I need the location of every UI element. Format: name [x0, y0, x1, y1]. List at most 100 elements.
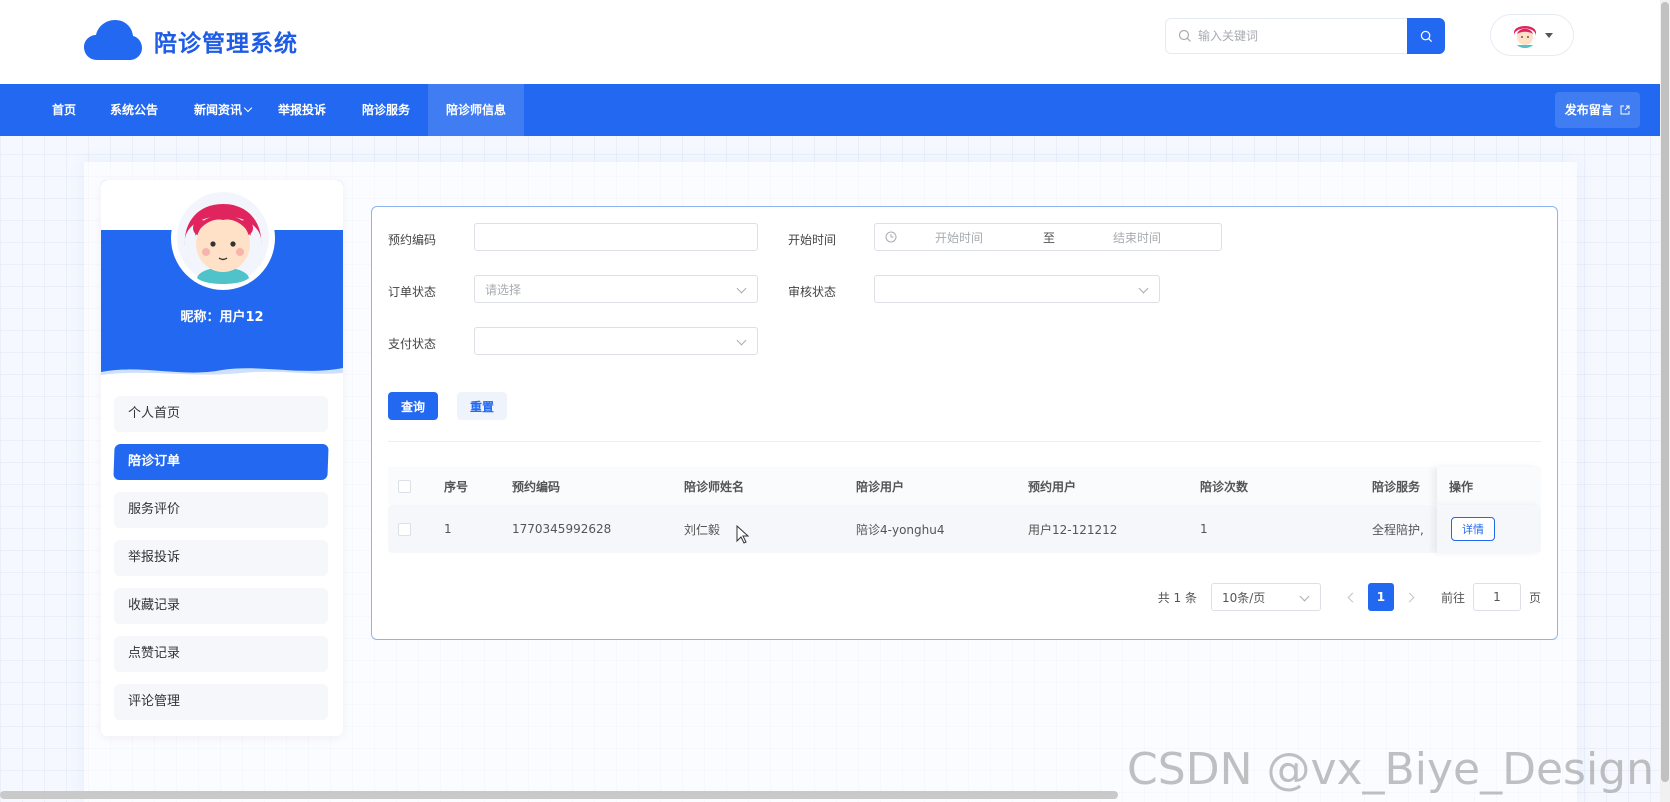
- checkbox: [398, 522, 411, 536]
- nav-item-report[interactable]: 举报投诉: [278, 84, 326, 136]
- end-time-placeholder: 结束时间: [1113, 230, 1162, 245]
- header: 陪诊管理系统: [0, 0, 1670, 84]
- cell-service: 全程陪护,: [1372, 522, 1424, 537]
- order-status-label: 订单状态: [388, 285, 437, 299]
- cell-escort-user: 陪诊4-yonghu4: [856, 522, 945, 537]
- chevron-down-icon: [736, 335, 747, 346]
- next-page-icon[interactable]: [1404, 592, 1415, 602]
- query-button[interactable]: 查询: [388, 392, 438, 420]
- wave-decoration: [101, 368, 343, 378]
- review-status-label: 审核状态: [788, 285, 837, 299]
- header-action: 操作: [1449, 479, 1474, 494]
- header-code: 预约编码: [512, 479, 561, 494]
- publish-label: 发布留言: [1564, 103, 1613, 117]
- prev-page-icon[interactable]: [1347, 592, 1358, 602]
- divider: [388, 441, 1541, 442]
- search-button[interactable]: [1407, 18, 1445, 54]
- order-status-placeholder: 请选择: [485, 282, 522, 297]
- vertical-scrollbar[interactable]: [1660, 0, 1670, 802]
- select-all-checkbox[interactable]: [398, 467, 411, 505]
- search-input[interactable]: [1198, 29, 1398, 43]
- avatar: [1512, 22, 1538, 48]
- chevron-down-icon: [1299, 591, 1310, 602]
- chevron-down-icon: [736, 283, 747, 294]
- table-row[interactable]: 1 1770345992628 刘仁毅 陪诊4-yonghu4 用户12-121…: [388, 505, 1541, 553]
- page-unit-label: 页: [1528, 590, 1541, 605]
- chevron-down-icon: [1545, 32, 1553, 38]
- external-link-icon: [1620, 105, 1630, 115]
- start-time-label: 开始时间: [788, 233, 837, 247]
- header-service: 陪诊服务: [1372, 479, 1421, 494]
- nav-item-news[interactable]: 新闻资讯: [194, 84, 253, 136]
- pagination: 共 1 条 10条/页 1 前往 1 页: [1158, 583, 1541, 611]
- main-nav: 首页 系统公告 新闻资讯 举报投诉 陪诊服务 陪诊师信息 发布留言: [0, 84, 1662, 136]
- chevron-down-icon: [243, 103, 253, 113]
- watermark: CSDN @vx_Biye_Design: [1127, 744, 1654, 795]
- logo[interactable]: 陪诊管理系统: [84, 20, 298, 62]
- booking-code-label: 预约编码: [388, 233, 437, 247]
- header-escort-name: 陪诊师姓名: [684, 479, 745, 494]
- start-time-placeholder: 开始时间: [935, 230, 984, 245]
- cloud-icon: [84, 20, 142, 60]
- nav-item-announcement[interactable]: 系统公告: [110, 84, 158, 136]
- goto-page-input[interactable]: 1: [1472, 583, 1521, 611]
- user-menu: 个人首页 陪诊订单 服务评价 举报投诉 收藏记录 点赞记录 评论管理: [113, 396, 329, 732]
- reset-button[interactable]: 重置: [457, 392, 507, 420]
- menu-item-profile-home[interactable]: 个人首页: [114, 396, 328, 432]
- page: 陪诊管理系统 输入关键词 首页 系统公告 新闻资讯 举报投诉 陪诊服务 陪诊师信…: [0, 0, 1670, 802]
- page-number-current[interactable]: 1: [1367, 583, 1394, 611]
- user-avatar-menu[interactable]: [1490, 14, 1574, 56]
- pay-status-select[interactable]: [474, 327, 758, 355]
- menu-item-escort-orders[interactable]: 陪诊订单: [113, 444, 329, 480]
- scrollbar-thumb[interactable]: [1661, 2, 1669, 782]
- pagination-total: 共 1 条: [1157, 590, 1197, 605]
- nav-item-home[interactable]: 首页: [52, 84, 76, 136]
- checkbox: [398, 479, 411, 493]
- cell-action-col: 详情: [1437, 505, 1541, 553]
- header-booking-user: 预约用户: [1028, 479, 1077, 494]
- app-title: 陪诊管理系统: [154, 31, 298, 57]
- menu-item-service-review[interactable]: 服务评价: [114, 492, 328, 528]
- booking-code-input[interactable]: [474, 223, 758, 251]
- order-status-select[interactable]: 请选择: [474, 275, 758, 303]
- page-size-select[interactable]: 10条/页: [1210, 583, 1321, 611]
- nav-item-news-label: 新闻资讯: [194, 103, 243, 117]
- cell-code: 1770345992628: [512, 522, 612, 536]
- search-box: [1165, 18, 1445, 54]
- menu-item-comments[interactable]: 评论管理: [114, 684, 328, 720]
- date-range-picker[interactable]: 开始时间 至 结束时间: [874, 223, 1222, 251]
- profile-card: 昵称：用户12: [101, 180, 343, 378]
- menu-item-report[interactable]: 举报投诉: [114, 540, 328, 576]
- cell-index: 1: [444, 522, 452, 536]
- review-status-select[interactable]: [874, 275, 1160, 303]
- header-action-col: 操作: [1437, 467, 1541, 505]
- orders-table: 序号 预约编码 陪诊师姓名 陪诊用户 预约用户 陪诊次数 陪诊服务 操作 1 1…: [388, 467, 1541, 553]
- date-range-separator: 至: [1043, 230, 1056, 245]
- horizontal-scrollbar[interactable]: [0, 791, 1118, 799]
- user-nickname: 昵称：用户12: [180, 310, 264, 325]
- publish-message-button[interactable]: 发布留言: [1554, 92, 1640, 128]
- search-icon: [1178, 29, 1191, 42]
- page-size-value: 10条/页: [1221, 590, 1266, 605]
- chevron-down-icon: [1138, 283, 1149, 294]
- cell-escort-name: 刘仁毅: [684, 522, 721, 537]
- menu-item-favorites[interactable]: 收藏记录: [114, 588, 328, 624]
- nav-item-escort-service[interactable]: 陪诊服务: [362, 84, 410, 136]
- orders-panel: 预约编码 开始时间 开始时间 至 结束时间 订单状态 请选择 审核状态 支付状态: [371, 206, 1558, 640]
- cell-action: 详情: [1451, 505, 1495, 553]
- cell-count: 1: [1200, 522, 1208, 536]
- table-header: 序号 预约编码 陪诊师姓名 陪诊用户 预约用户 陪诊次数 陪诊服务 操作: [388, 467, 1541, 505]
- pay-status-label: 支付状态: [388, 337, 437, 351]
- header-count: 陪诊次数: [1200, 479, 1249, 494]
- search-icon: [1420, 30, 1432, 42]
- row-checkbox[interactable]: [398, 505, 411, 553]
- nav-item-escort-info[interactable]: 陪诊师信息: [428, 84, 525, 136]
- header-escort-user: 陪诊用户: [856, 479, 905, 494]
- profile-avatar: [171, 186, 275, 290]
- menu-item-likes[interactable]: 点赞记录: [114, 636, 328, 672]
- goto-label: 前往: [1440, 590, 1465, 605]
- detail-button[interactable]: 详情: [1451, 517, 1495, 541]
- mouse-cursor-icon: [736, 525, 750, 544]
- clock-icon: [885, 231, 897, 243]
- header-index: 序号: [444, 479, 469, 494]
